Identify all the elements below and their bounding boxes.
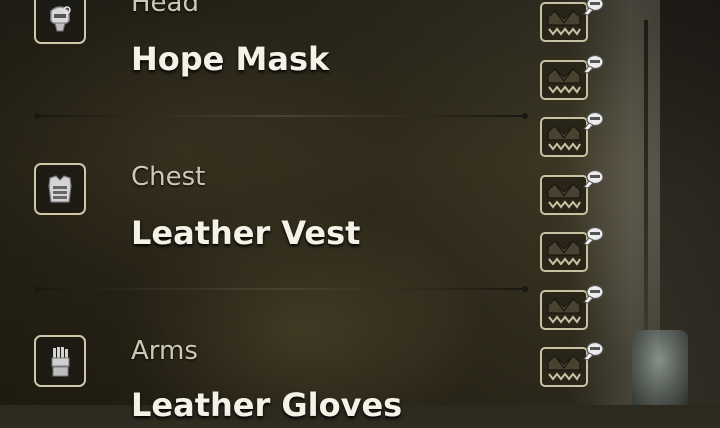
decoration-slot[interactable] xyxy=(540,282,604,330)
decoration-slot-icon xyxy=(540,232,588,272)
background-lantern xyxy=(632,330,688,405)
equipment-slot-chest[interactable]: Chest Leather Vest xyxy=(0,145,540,255)
decoration-slot[interactable] xyxy=(540,167,604,215)
slot-category-label: Arms xyxy=(131,336,198,366)
decoration-slot-icon xyxy=(540,347,588,387)
gem-badge-icon xyxy=(582,341,604,361)
slot-category-label: Chest xyxy=(131,162,206,192)
equipment-slot-arms[interactable]: Arms Leather Gloves xyxy=(0,318,540,428)
gem-badge-icon xyxy=(582,54,604,74)
gem-badge-icon xyxy=(582,0,604,16)
decoration-slot-icon xyxy=(540,117,588,157)
gem-badge-icon xyxy=(582,226,604,246)
slot-item-name: Leather Gloves xyxy=(131,386,403,424)
decoration-slot[interactable] xyxy=(540,109,604,157)
slot-item-name: Leather Vest xyxy=(131,214,361,252)
gem-badge-icon xyxy=(582,169,604,189)
decoration-slot-icon xyxy=(540,174,588,215)
decoration-slot[interactable] xyxy=(540,0,604,42)
decoration-slot[interactable] xyxy=(540,339,604,387)
equipment-panel: Head Hope Mask Chest Leather Vest Arms L… xyxy=(0,0,540,424)
gauntlet-icon xyxy=(34,335,86,387)
gem-badge-icon xyxy=(582,111,604,131)
decoration-slot-column xyxy=(540,0,606,405)
decoration-slot[interactable] xyxy=(540,224,604,272)
background-pole xyxy=(644,20,648,330)
decoration-slot-icon xyxy=(540,289,588,330)
equipment-slot-head[interactable]: Head Hope Mask xyxy=(0,0,540,82)
slot-divider xyxy=(34,113,528,119)
slot-category-label: Head xyxy=(131,0,199,18)
decoration-slot-icon xyxy=(540,2,588,42)
slot-divider xyxy=(34,286,528,292)
decoration-slot[interactable] xyxy=(540,52,604,100)
slot-item-name: Hope Mask xyxy=(131,40,330,78)
decoration-slot-icon xyxy=(540,59,588,100)
gem-badge-icon xyxy=(582,284,604,304)
chest-armor-icon xyxy=(34,163,86,215)
helmet-icon xyxy=(34,0,86,44)
